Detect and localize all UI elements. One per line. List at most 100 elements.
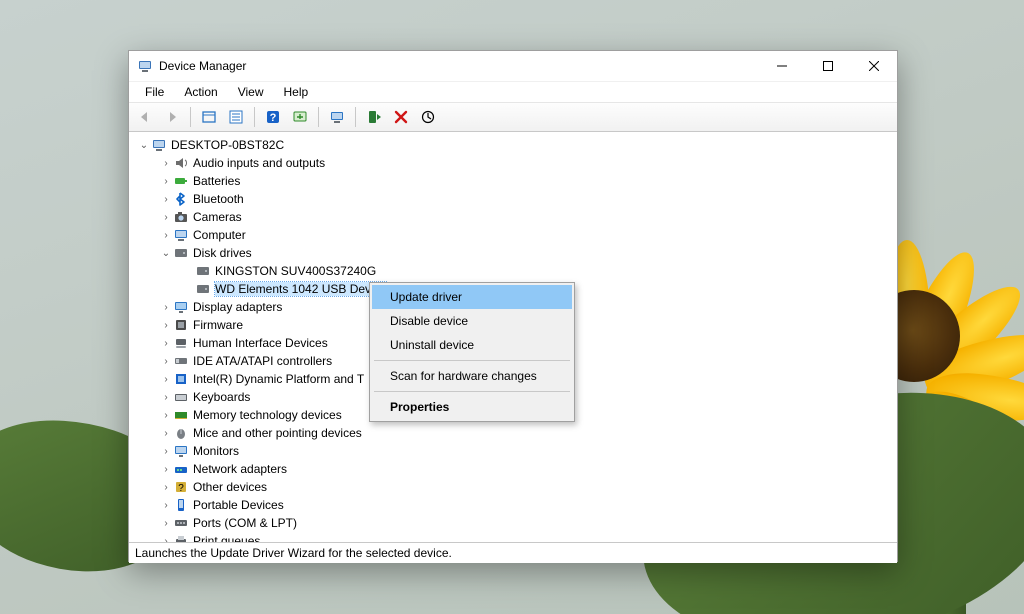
disk-icon — [173, 245, 189, 261]
tree-item[interactable]: ›Monitors — [133, 442, 897, 460]
expand-icon[interactable]: › — [159, 302, 173, 313]
expand-icon[interactable]: › — [159, 482, 173, 493]
tree-item-label: Portable Devices — [193, 498, 284, 512]
tree-item[interactable]: KINGSTON SUV400S37240G — [133, 262, 897, 280]
battery-icon — [173, 173, 189, 189]
enable-device-button[interactable] — [362, 105, 386, 129]
close-button[interactable] — [851, 51, 897, 81]
tree-item-label: WD Elements 1042 USB Device — [215, 282, 386, 296]
tree-item-label: Network adapters — [193, 462, 287, 476]
ctx-uninstall-device[interactable]: Uninstall device — [372, 333, 572, 357]
toolbar: ? — [129, 103, 897, 132]
expand-icon[interactable]: › — [159, 194, 173, 205]
expand-icon[interactable]: › — [159, 230, 173, 241]
camera-icon — [173, 209, 189, 225]
expand-icon[interactable]: › — [159, 338, 173, 349]
expand-icon[interactable]: › — [159, 392, 173, 403]
forward-button[interactable] — [160, 105, 184, 129]
menu-action[interactable]: Action — [174, 83, 227, 101]
tree-item-label: Disk drives — [193, 246, 252, 260]
tree-item[interactable]: › Ports (COM & LPT) — [133, 514, 897, 532]
hid-icon — [173, 335, 189, 351]
svg-text:?: ? — [270, 112, 277, 124]
status-bar: Launches the Update Driver Wizard for th… — [129, 543, 897, 563]
tree-item[interactable]: › Batteries — [133, 172, 897, 190]
tree-item-label: KINGSTON SUV400S37240G — [215, 264, 376, 278]
tree-item-label: Ports (COM & LPT) — [193, 516, 297, 530]
memtech-icon — [173, 407, 189, 423]
tree-item[interactable]: › Portable Devices — [133, 496, 897, 514]
expand-icon[interactable]: › — [159, 212, 173, 223]
tree-item[interactable]: › Cameras — [133, 208, 897, 226]
tree-item-label: Batteries — [193, 174, 240, 188]
maximize-button[interactable] — [805, 51, 851, 81]
tree-item[interactable]: › Computer — [133, 226, 897, 244]
tree-item-label: Computer — [193, 228, 246, 242]
network-icon — [173, 461, 189, 477]
ctx-properties[interactable]: Properties — [372, 395, 572, 419]
menu-view[interactable]: View — [228, 83, 274, 101]
toolbar-separator — [355, 107, 356, 127]
tree-pane[interactable]: ⌄DESKTOP-0BST82C›Audio inputs and output… — [129, 132, 897, 543]
computer-icon — [173, 227, 189, 243]
tree-item[interactable]: ⌄ Disk drives — [133, 244, 897, 262]
titlebar[interactable]: Device Manager — [129, 51, 897, 81]
expand-icon[interactable]: › — [159, 320, 173, 331]
menu-help[interactable]: Help — [274, 83, 319, 101]
tree-item-label: Print queues — [193, 534, 260, 543]
ide-icon — [173, 353, 189, 369]
disk-icon — [195, 281, 211, 297]
collapse-icon[interactable]: ⌄ — [159, 248, 173, 259]
tree-item-label: Cameras — [193, 210, 242, 224]
monitor-button[interactable] — [325, 105, 349, 129]
expand-icon[interactable]: › — [159, 464, 173, 475]
update-driver-button[interactable] — [288, 105, 312, 129]
tree-item[interactable]: › Mice and other pointing devices — [133, 424, 897, 442]
tree-item[interactable]: ›Audio inputs and outputs — [133, 154, 897, 172]
help-button[interactable]: ? — [261, 105, 285, 129]
expand-icon[interactable]: › — [159, 518, 173, 529]
expand-icon[interactable]: › — [159, 176, 173, 187]
tree-item-label: Other devices — [193, 480, 267, 494]
mouse-icon — [173, 425, 189, 441]
expand-icon[interactable]: › — [159, 446, 173, 457]
chipset-icon — [173, 371, 189, 387]
device-manager-window: Device Manager File Action View Help ? — [128, 50, 898, 562]
toolbar-separator — [254, 107, 255, 127]
menu-file[interactable]: File — [135, 83, 174, 101]
tree-item[interactable]: › Network adapters — [133, 460, 897, 478]
tree-item[interactable]: ›Bluetooth — [133, 190, 897, 208]
minimize-button[interactable] — [759, 51, 805, 81]
expand-icon[interactable]: › — [159, 356, 173, 367]
firmware-icon — [173, 317, 189, 333]
ctx-disable-device[interactable]: Disable device — [372, 309, 572, 333]
app-icon — [137, 58, 153, 74]
show-hidden-button[interactable] — [197, 105, 221, 129]
ports-icon — [173, 515, 189, 531]
tree-item[interactable]: › Print queues — [133, 532, 897, 543]
tree-item-label: Memory technology devices — [193, 408, 342, 422]
ctx-scan-hardware[interactable]: Scan for hardware changes — [372, 364, 572, 388]
tree-item-label: Intel(R) Dynamic Platform and T — [193, 372, 364, 386]
ctx-separator — [374, 360, 570, 361]
bluetooth-icon — [173, 191, 189, 207]
tree-item-label: Human Interface Devices — [193, 336, 328, 350]
expand-icon[interactable]: › — [159, 374, 173, 385]
properties-button[interactable] — [224, 105, 248, 129]
back-button[interactable] — [133, 105, 157, 129]
expand-icon[interactable]: › — [159, 428, 173, 439]
tree-item[interactable]: ⌄DESKTOP-0BST82C — [133, 136, 897, 154]
expand-icon[interactable]: › — [159, 410, 173, 421]
tree-item[interactable]: ›? Other devices — [133, 478, 897, 496]
other-icon: ? — [173, 479, 189, 495]
uninstall-button[interactable] — [389, 105, 413, 129]
expand-icon[interactable]: › — [159, 500, 173, 511]
tree-item-label: Mice and other pointing devices — [193, 426, 362, 440]
collapse-icon[interactable]: ⌄ — [137, 140, 151, 151]
ctx-update-driver[interactable]: Update driver — [372, 285, 572, 309]
scan-hardware-button[interactable] — [416, 105, 440, 129]
root-icon — [151, 137, 167, 153]
display-icon — [173, 299, 189, 315]
expand-icon[interactable]: › — [159, 158, 173, 169]
expand-icon[interactable]: › — [159, 536, 173, 544]
